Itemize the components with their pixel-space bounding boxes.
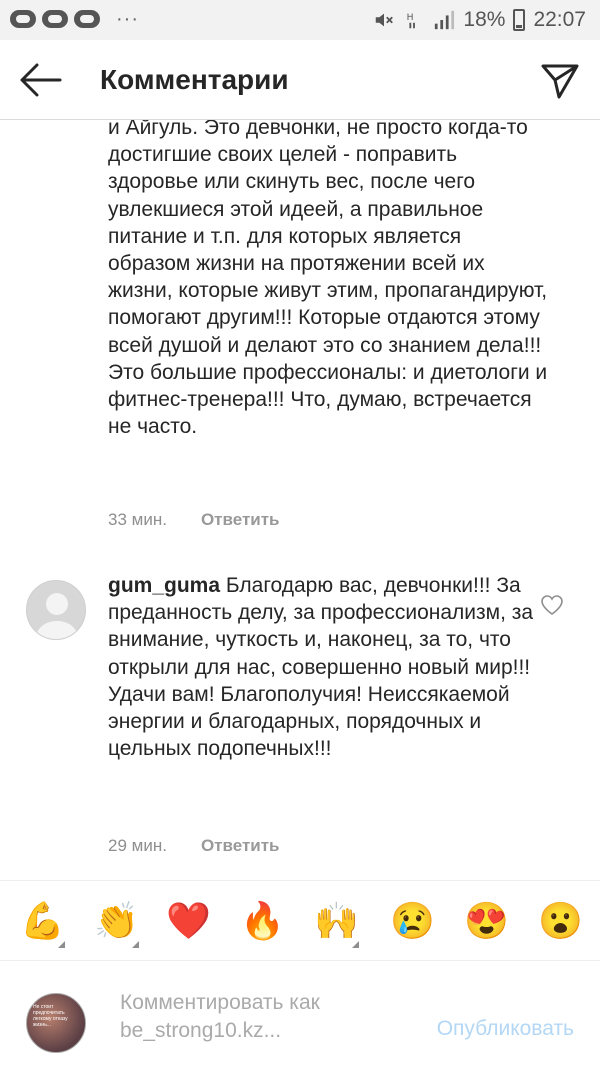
- emoji-variant-indicator: [132, 941, 139, 948]
- comment-text: и Айгуль. Это девчонки, не просто когда-…: [108, 120, 548, 439]
- battery-icon: [513, 9, 526, 31]
- red-heart-emoji-icon[interactable]: ❤️: [166, 899, 211, 943]
- paper-plane-icon[interactable]: [540, 60, 580, 100]
- comment-time: 29 мин.: [108, 836, 167, 855]
- comment-time: 33 мин.: [108, 510, 167, 529]
- status-right: H 18% 22:07: [373, 8, 586, 32]
- emoji-bar: 💪 👏 ❤️ 🔥 🙌 😢 😍 😮: [0, 880, 600, 960]
- notification-pill-icon: [10, 10, 36, 28]
- mute-icon: [376, 13, 394, 27]
- avatar-caption: Не стоит предпочитать легкому отказу жиз…: [33, 1004, 68, 1028]
- avatar[interactable]: [26, 580, 86, 640]
- notification-pill-icon: [42, 10, 68, 28]
- app-header: Комментарии: [0, 40, 600, 120]
- more-notifications-icon: ···: [116, 8, 139, 30]
- comment-text: gum_guma Благодарю вас, девчонки!!! За п…: [108, 572, 538, 762]
- emoji-variant-indicator: [58, 941, 65, 948]
- status-notifications: ···: [10, 8, 139, 30]
- surprised-face-emoji-icon[interactable]: 😮: [538, 899, 583, 943]
- heart-eyes-emoji-icon[interactable]: 😍: [464, 899, 509, 943]
- comment-input[interactable]: Комментировать как be_strong10.kz...: [120, 989, 400, 1045]
- flexed-biceps-emoji-icon[interactable]: 💪: [20, 899, 65, 943]
- comment-body: Благодарю вас, девчонки!!! За преданност…: [108, 574, 534, 761]
- reply-button[interactable]: Ответить: [201, 836, 280, 856]
- comment-meta: 29 мин. Ответить: [108, 836, 280, 856]
- clock: 22:07: [533, 8, 586, 31]
- fire-emoji-icon[interactable]: 🔥: [240, 899, 285, 943]
- arrow-left-icon[interactable]: [18, 62, 62, 98]
- status-bar: ··· H 18% 22:07: [0, 0, 600, 40]
- avatar: Не стоит предпочитать легкому отказу жиз…: [26, 993, 86, 1053]
- reply-button[interactable]: Ответить: [201, 510, 280, 530]
- svg-text:H: H: [407, 12, 414, 23]
- comments-list: и Айгуль. Это девчонки, не просто когда-…: [0, 120, 600, 880]
- page-title: Комментарии: [100, 64, 289, 95]
- clapping-hands-emoji-icon[interactable]: 👏: [94, 899, 139, 943]
- notification-pill-icon: [74, 10, 100, 28]
- comment-meta: 33 мин. Ответить: [108, 510, 280, 530]
- comment-composer: Не стоит предпочитать легкому отказу жиз…: [0, 960, 600, 1065]
- default-avatar-icon: [35, 593, 79, 639]
- crying-face-emoji-icon[interactable]: 😢: [390, 899, 435, 943]
- battery-percent: 18%: [463, 8, 506, 31]
- comment-username[interactable]: gum_guma: [108, 574, 220, 597]
- like-heart-icon[interactable]: [540, 594, 564, 616]
- emoji-variant-indicator: [352, 941, 359, 948]
- h-network-icon: H: [407, 12, 416, 29]
- raising-hands-emoji-icon[interactable]: 🙌: [314, 899, 359, 943]
- publish-button[interactable]: Опубликовать: [437, 1017, 574, 1041]
- signal-icon: [435, 10, 455, 30]
